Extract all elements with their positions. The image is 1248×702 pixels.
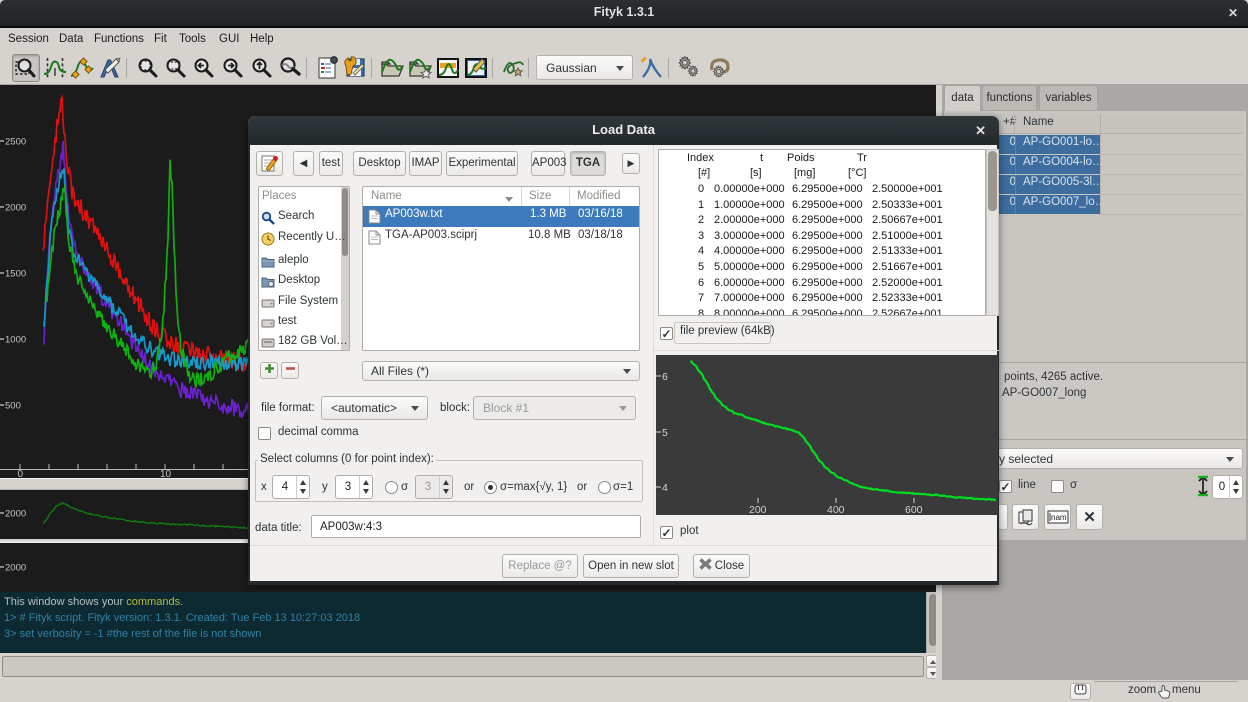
svg-text:200: 200 (749, 504, 767, 515)
svg-text:1000: 1000 (5, 335, 26, 346)
svg-text:5: 5 (662, 427, 668, 439)
svg-text:600: 600 (905, 504, 923, 515)
svg-text:2000: 2000 (5, 509, 26, 520)
svg-text:0: 0 (18, 469, 24, 478)
svg-text:400: 400 (827, 504, 845, 515)
svg-text:2000: 2000 (5, 203, 26, 214)
svg-text:6: 6 (662, 371, 668, 383)
svg-text:4: 4 (662, 482, 668, 494)
svg-text:10: 10 (160, 469, 172, 478)
svg-text:500: 500 (5, 401, 21, 412)
svg-text:1500: 1500 (5, 269, 26, 280)
svg-text:2000: 2000 (5, 563, 26, 574)
svg-text:2500: 2500 (5, 137, 26, 148)
svg-text:nam: nam (1051, 513, 1067, 522)
